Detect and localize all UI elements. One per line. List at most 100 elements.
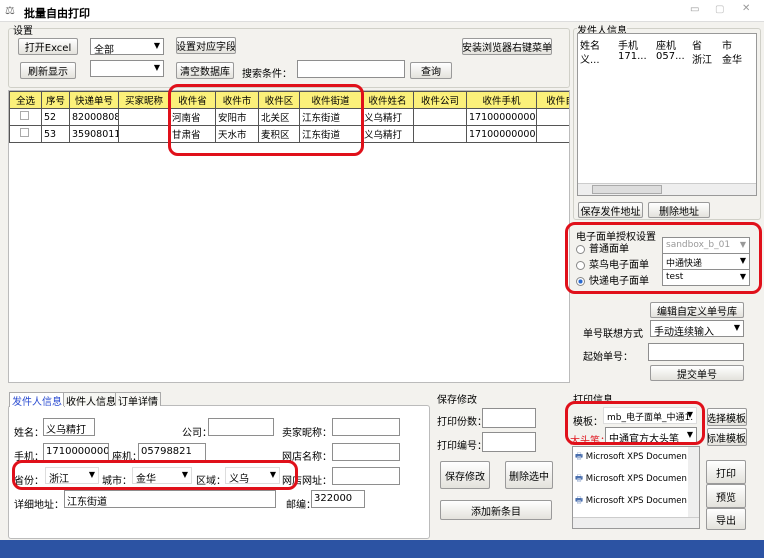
auth-option[interactable]: 普通面单 — [576, 240, 629, 255]
table-cell: 甘肃省 — [169, 125, 216, 143]
sender-column-header[interactable]: 座机 — [656, 37, 676, 52]
install-menu-button[interactable]: 安装浏览器右键菜单 — [462, 38, 552, 55]
status-bar — [0, 540, 764, 558]
table-cell: 河南省 — [169, 108, 216, 126]
column-header[interactable]: 序号 — [41, 91, 70, 109]
printer-icon: 🖶 — [575, 496, 584, 506]
printer-item[interactable]: 🖶 Microsoft XPS Document Writer — [575, 473, 687, 487]
minimize-button[interactable]: ▭ — [690, 4, 699, 15]
open-excel-button[interactable]: 打开Excel — [18, 38, 78, 55]
printer-list[interactable]: 🖶 Microsoft XPS Document Writer 🖶 Microso… — [572, 446, 700, 529]
sender-column-header[interactable]: 姓名 — [580, 37, 600, 52]
phone-input[interactable]: 17100000000 — [43, 443, 109, 461]
edit-number-lib-button[interactable]: 编辑自定义单号库 — [650, 302, 744, 318]
row-checkbox[interactable] — [9, 108, 42, 126]
table-cell: 3590801121 — [69, 125, 119, 143]
sender-list[interactable]: 姓名 手机 座机 省 市义... 171... 057... 浙江 金华 — [577, 33, 757, 196]
tab-order[interactable]: 订单详情 — [115, 392, 161, 408]
preview-button[interactable]: 预览 — [706, 484, 746, 508]
sender-column-header[interactable]: 市 — [722, 37, 732, 52]
search-input[interactable] — [297, 60, 405, 78]
num-input[interactable] — [482, 432, 536, 452]
addr-input[interactable]: 江东街道 — [64, 490, 276, 508]
sender-cell[interactable]: 057... — [656, 51, 685, 62]
auth-option[interactable]: 快递电子面单 — [576, 272, 649, 287]
standard-template-button[interactable]: 标准模板 — [707, 428, 747, 446]
tab-sender[interactable]: 发件人信息 — [9, 392, 65, 408]
set-fields-button[interactable]: 设置对应字段 — [176, 37, 236, 54]
company-input[interactable] — [208, 418, 274, 436]
refresh-button[interactable]: 刷新显示 — [20, 62, 76, 79]
table-row[interactable]: 533590801121 甘肃省天水市麦积区江东街道义乌精打 17100000000 — [9, 125, 569, 143]
shop-input[interactable] — [332, 443, 400, 461]
start-number-input[interactable] — [648, 343, 744, 361]
horizontal-scrollbar[interactable] — [573, 517, 699, 528]
auth-option[interactable]: 菜鸟电子面单 — [576, 256, 649, 271]
column-header[interactable]: 收件市 — [215, 91, 259, 109]
sender-column-header[interactable]: 省 — [692, 37, 702, 52]
save-changes-button[interactable]: 保存修改 — [440, 461, 490, 489]
maximize-button[interactable]: ▢ — [715, 4, 724, 15]
query-button[interactable]: 查询 — [410, 62, 452, 79]
bigpen-select[interactable]: 中通官方大头笔 ▼ — [605, 427, 697, 444]
delete-address-button[interactable]: 删除地址 — [648, 202, 710, 218]
copies-label: 打印份数： — [437, 417, 487, 428]
radio-icon[interactable] — [576, 244, 585, 254]
vertical-scrollbar[interactable] — [688, 447, 699, 517]
radio-icon[interactable] — [576, 276, 585, 286]
name-input[interactable]: 义乌精打 — [43, 418, 95, 436]
delete-selected-button[interactable]: 删除选中 — [505, 461, 553, 489]
export-button[interactable]: 导出 — [706, 508, 746, 530]
column-header[interactable]: 收件街道 — [299, 91, 362, 109]
table-row[interactable]: 528200080821 河南省安阳市北关区江东街道义乌精打 17100000000 — [9, 108, 569, 126]
tel-input[interactable]: 05798821 — [138, 443, 206, 461]
area-select[interactable]: 义乌 ▼ — [225, 467, 280, 484]
sender-cell[interactable]: 171... — [618, 51, 647, 62]
shop-label: 网店名称： — [282, 452, 332, 463]
filter-select[interactable]: 全部 ▼ — [90, 38, 164, 55]
template-select[interactable]: mb_电子面单_中通1. ▼ — [603, 407, 697, 424]
chevron-down-icon: ▼ — [686, 430, 693, 439]
save-sender-button[interactable]: 保存发件地址 — [578, 202, 643, 218]
radio-icon[interactable] — [576, 260, 585, 270]
column-header[interactable]: 买家昵称 — [118, 91, 170, 109]
row-checkbox[interactable] — [9, 125, 42, 143]
sender-cell[interactable]: 义... — [580, 51, 600, 66]
city-select[interactable]: 金华 ▼ — [132, 467, 192, 484]
mode-select[interactable]: 手动连续输入 ▼ — [650, 320, 744, 337]
column-header[interactable]: 全选 — [9, 91, 42, 109]
table-cell: 江东街道 — [299, 125, 362, 143]
choose-template-button[interactable]: 选择模板 — [707, 408, 747, 426]
printer-item[interactable]: 🖶 Microsoft XPS Document Writer — [575, 495, 687, 509]
column-header[interactable]: 收件手机 — [466, 91, 537, 109]
sender-cell[interactable]: 金华 — [722, 51, 742, 66]
clear-db-button[interactable]: 清空数据库 — [176, 62, 234, 79]
start-number-label: 起始单号： — [583, 352, 633, 363]
nick-input[interactable] — [332, 418, 400, 436]
auth-select[interactable]: 中通快递 ▼ — [662, 253, 750, 270]
column-header[interactable]: 收件姓名 — [361, 91, 414, 109]
print-button[interactable]: 打印 — [706, 460, 746, 484]
zip-input[interactable]: 322000 — [311, 490, 365, 508]
province-select[interactable]: 浙江 ▼ — [45, 467, 99, 484]
auth-select[interactable]: test ▼ — [662, 269, 750, 286]
printer-item[interactable]: 🖶 Microsoft XPS Document Writer — [575, 451, 687, 465]
column-header[interactable]: 收件省 — [169, 91, 216, 109]
submit-number-button[interactable]: 提交单号 — [650, 365, 744, 381]
horizontal-scrollbar[interactable] — [578, 183, 756, 195]
filter-select-2[interactable]: ▼ — [90, 60, 164, 77]
add-item-button[interactable]: 添加新条目 — [440, 500, 552, 520]
url-input[interactable] — [332, 467, 400, 485]
sender-column-header[interactable]: 手机 — [618, 37, 638, 52]
name-label: 姓名： — [14, 428, 44, 439]
orders-table-panel: 全选序号快递单号买家昵称收件省收件市收件区收件街道收件姓名收件公司收件手机收件自… — [8, 90, 570, 383]
column-header[interactable]: 收件区 — [258, 91, 300, 109]
column-header[interactable]: 收件公司 — [413, 91, 467, 109]
copies-input[interactable] — [482, 408, 536, 428]
column-header[interactable]: 快递单号 — [69, 91, 119, 109]
auth-select[interactable]: sandbox_b_01 ▼ — [662, 237, 750, 254]
sender-cell[interactable]: 浙江 — [692, 51, 712, 66]
close-button[interactable]: ✕ — [742, 3, 750, 14]
tab-receiver[interactable]: 收件人信息 — [63, 392, 119, 408]
column-header[interactable]: 收件自 — [536, 91, 569, 109]
